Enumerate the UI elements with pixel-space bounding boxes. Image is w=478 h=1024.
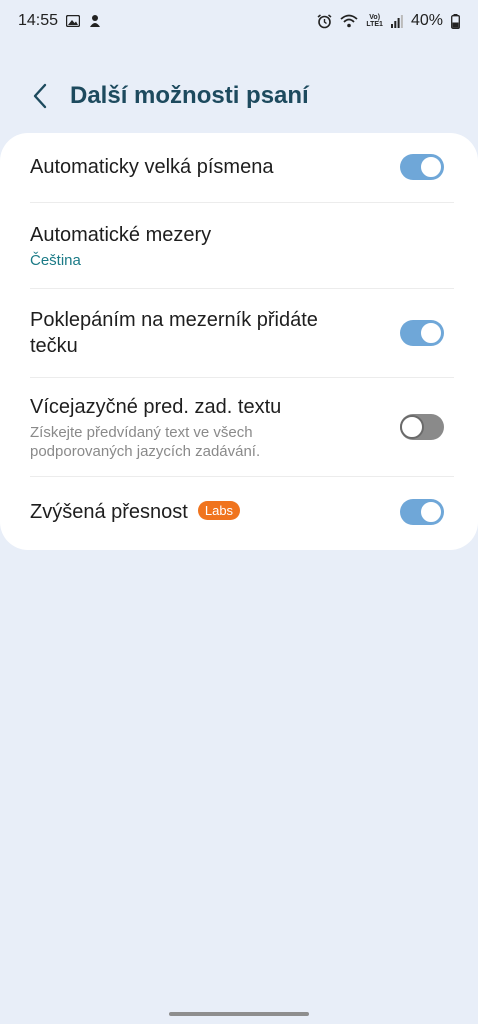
volte-icon: Vo) LTE1: [366, 14, 383, 28]
setting-title: Vícejazyčné pred. zad. textu: [30, 395, 282, 418]
toggle-multilingual-prediction[interactable]: [400, 414, 444, 440]
volte-line1: Vo): [369, 14, 381, 21]
setting-title: Zvýšená přesnost: [30, 501, 188, 523]
status-bar: 14:55 Vo) LTE1 40%: [0, 0, 478, 42]
setting-text: Poklepáním na mezerník přidáte tečku: [30, 307, 400, 359]
toggle-knob: [419, 321, 443, 345]
wifi-icon: [340, 14, 358, 28]
setting-double-space-period[interactable]: Poklepáním na mezerník přidáte tečku: [0, 289, 478, 377]
alarm-icon: [317, 13, 332, 29]
toggle-knob: [419, 500, 443, 524]
setting-text: Automatické mezery Čeština: [30, 222, 444, 270]
setting-text: Zvýšená přesnost Labs: [30, 499, 400, 525]
settings-card: Automaticky velká písmena Automatické me…: [0, 133, 478, 550]
image-icon: [66, 15, 81, 27]
toggle-auto-capitalize[interactable]: [400, 154, 444, 180]
setting-multilingual-prediction[interactable]: Vícejazyčné pred. zad. textu Získejte př…: [0, 378, 478, 476]
header: Další možnosti psaní: [0, 72, 478, 120]
setting-title: Automatické mezery: [30, 223, 212, 246]
setting-text: Automaticky velká písmena: [30, 154, 400, 180]
setting-auto-spacing[interactable]: Automatické mezery Čeština: [0, 203, 478, 288]
battery-icon: [451, 13, 460, 29]
status-right: Vo) LTE1 40%: [317, 12, 460, 30]
battery-percent: 40%: [410, 12, 443, 29]
app-notification-icon: [88, 14, 102, 28]
signal-icon: [390, 14, 403, 28]
labs-badge: Labs: [197, 501, 241, 520]
chevron-left-icon: [33, 83, 47, 109]
setting-increased-accuracy[interactable]: Zvýšená přesnost Labs: [0, 477, 478, 547]
setting-title: Poklepáním na mezerník přidáte tečku: [30, 309, 318, 357]
page-title: Další možnosti psaní: [70, 82, 309, 109]
status-left: 14:55: [18, 12, 102, 30]
status-time: 14:55: [18, 12, 59, 29]
volte-line2: LTE1: [366, 21, 383, 28]
toggle-knob: [419, 155, 443, 179]
toggle-knob: [400, 415, 424, 439]
setting-auto-capitalize[interactable]: Automaticky velká písmena: [0, 133, 478, 201]
home-indicator[interactable]: [169, 1012, 309, 1016]
toggle-increased-accuracy[interactable]: [400, 499, 444, 525]
setting-subtitle: Získejte předvídaný text ve všech podpor…: [30, 423, 261, 460]
setting-title: Automaticky velká písmena: [30, 156, 274, 178]
toggle-double-space-period[interactable]: [400, 320, 444, 346]
back-button[interactable]: [20, 76, 60, 116]
setting-text: Vícejazyčné pred. zad. textu Získejte př…: [30, 394, 400, 461]
setting-subtitle: Čeština: [30, 251, 81, 269]
